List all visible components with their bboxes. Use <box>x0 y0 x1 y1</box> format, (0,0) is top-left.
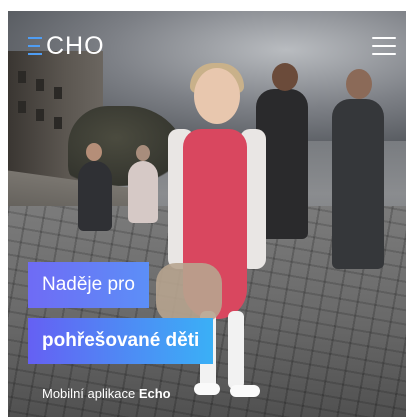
logo-e-icon <box>28 37 42 55</box>
subtitle-prefix: Mobilní aplikace <box>42 386 136 401</box>
girl-head <box>194 68 240 124</box>
background-person-head <box>136 145 150 161</box>
logo-text: CHO <box>46 31 105 60</box>
site-header: CHO <box>8 11 406 69</box>
girl-shoe <box>194 383 220 395</box>
headline-line-2: pohřešované děti <box>28 318 214 364</box>
background-person <box>78 161 112 231</box>
background-person-head <box>346 69 372 99</box>
girl-shoe <box>230 385 260 397</box>
headline-line-1: Naděje pro <box>28 262 149 308</box>
background-person <box>332 99 384 269</box>
subtitle-brand: Echo <box>138 386 171 401</box>
background-person <box>128 161 158 223</box>
girl-leg <box>228 311 244 389</box>
hero-section: CHO Naděje pro pohřešované děti Mobilní … <box>8 11 406 417</box>
echo-logo[interactable]: CHO <box>28 31 105 60</box>
doll <box>156 263 222 323</box>
hero-subtitle: Mobilní aplikace Echo <box>42 386 171 401</box>
hamburger-icon[interactable] <box>372 37 396 55</box>
background-person-head <box>86 143 102 161</box>
